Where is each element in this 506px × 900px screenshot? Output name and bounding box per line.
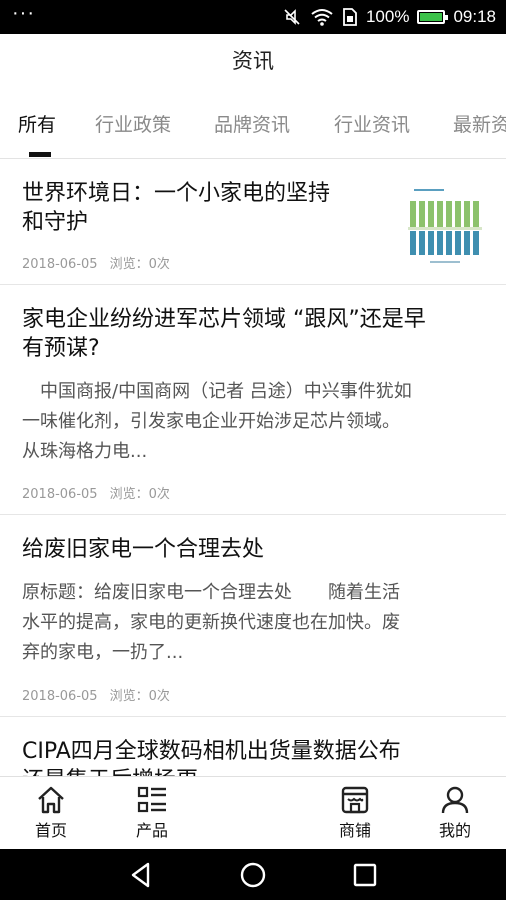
nav-home[interactable]: 首页	[16, 777, 86, 850]
active-tab-indicator	[29, 152, 51, 157]
article-date: 2018-06-05	[22, 689, 98, 704]
header: 资讯	[0, 34, 506, 88]
article-date: 2018-06-05	[22, 257, 98, 272]
battery-charging-icon	[417, 10, 449, 24]
system-navigation-bar	[0, 849, 506, 900]
home-circle-icon[interactable]	[236, 859, 270, 891]
article-thumbnail[interactable]	[400, 185, 484, 269]
home-icon	[38, 786, 64, 814]
status-bar: ··· 100% 09:18	[0, 0, 506, 34]
nav-products[interactable]: 产品	[117, 777, 187, 850]
article-views: 浏览：0次	[109, 689, 170, 704]
news-feed[interactable]: 世界环境日：一个小家电的坚持 和守护 2018-06-05 浏览：0次 家电企业纷…	[0, 159, 506, 776]
list-item[interactable]: CIPA四月全球数码相机出货量数据公布 还是集于后增场更	[0, 717, 506, 776]
article-meta: 2018-06-05 浏览：0次	[22, 685, 170, 704]
sim-icon	[342, 7, 358, 27]
battery-percent: 100%	[365, 7, 410, 26]
recents-icon[interactable]	[348, 859, 382, 891]
grid-list-icon	[137, 786, 166, 813]
article-views: 浏览：0次	[109, 257, 170, 272]
bottom-navigation: 首页 产品 商铺 我的	[0, 776, 506, 850]
article-views: 浏览：0次	[109, 487, 170, 502]
article-meta: 2018-06-05 浏览：0次	[22, 253, 170, 272]
tab-industry-news[interactable]: 行业资讯	[334, 110, 410, 137]
article-summary: 中国商报/中国商网（记者 吕途）中兴事件犹如 一味催化剂，引发家电企业开始涉足芯…	[22, 381, 412, 462]
tab-latest[interactable]: 最新资	[453, 110, 506, 137]
article-meta: 2018-06-05 浏览：0次	[22, 483, 170, 502]
wifi-icon	[310, 7, 334, 27]
article-summary: 原标题：给废旧家电一个合理去处 随着生活 水平的提高，家电的更新换代速度也在加快…	[22, 582, 400, 663]
page-title: 资讯	[232, 49, 274, 73]
nav-store[interactable]: 商铺	[320, 777, 390, 850]
article-date: 2018-06-05	[22, 487, 98, 502]
clock: 09:18	[453, 7, 496, 26]
mute-icon	[282, 7, 302, 27]
article-title[interactable]: 世界环境日：一个小家电的坚持 和守护	[22, 179, 330, 237]
notification-dots: ···	[12, 2, 35, 24]
tab-industry-policy[interactable]: 行业政策	[95, 110, 171, 137]
nav-me[interactable]: 我的	[420, 777, 490, 850]
list-item[interactable]: 给废旧家电一个合理去处 原标题：给废旧家电一个合理去处 随着生活 水平的提高，家…	[0, 515, 506, 717]
user-icon	[441, 786, 469, 814]
article-title[interactable]: 给废旧家电一个合理去处	[22, 535, 264, 564]
tab-all[interactable]: 所有	[18, 110, 56, 137]
tab-brand-news[interactable]: 品牌资讯	[214, 110, 290, 137]
article-title[interactable]: 家电企业纷纷进军芯片领域 “跟风”还是早 有预谋?	[22, 305, 426, 363]
list-item[interactable]: 家电企业纷纷进军芯片领域 “跟风”还是早 有预谋? 中国商报/中国商网（记者 吕…	[0, 285, 506, 515]
store-icon	[341, 786, 369, 814]
article-title[interactable]: CIPA四月全球数码相机出货量数据公布 还是集于后增场更	[22, 737, 401, 776]
back-icon[interactable]	[124, 859, 158, 891]
category-tabs: 所有 行业政策 品牌资讯 行业资讯 最新资	[0, 88, 506, 159]
list-item[interactable]: 世界环境日：一个小家电的坚持 和守护 2018-06-05 浏览：0次	[0, 159, 506, 285]
